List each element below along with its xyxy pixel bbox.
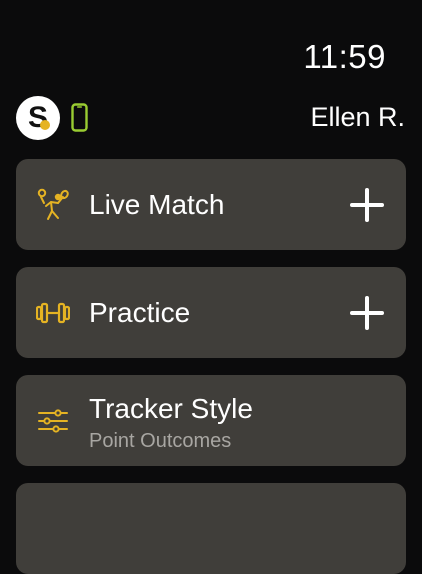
tracker-style-card[interactable]: Tracker Style Point Outcomes — [16, 375, 406, 466]
dumbbell-icon — [36, 302, 70, 323]
live-match-card[interactable]: Live Match — [16, 159, 406, 250]
plus-icon[interactable] — [350, 295, 384, 330]
avatar[interactable]: S — [16, 96, 60, 140]
status-time: 11:59 — [303, 38, 386, 75]
practice-card[interactable]: Practice — [16, 267, 406, 358]
tennis-ball-icon — [40, 120, 50, 130]
phone-icon — [71, 103, 88, 132]
practice-title: Practice — [89, 296, 191, 328]
tennis-player-icon — [37, 188, 69, 220]
user-name[interactable]: Ellen R. — [310, 102, 405, 133]
sliders-icon — [38, 408, 68, 433]
menu-card[interactable] — [16, 483, 406, 574]
avatar-letter: S — [27, 101, 48, 134]
plus-icon[interactable] — [350, 187, 384, 222]
live-match-title: Live Match — [89, 188, 225, 220]
tracker-style-title: Tracker Style — [89, 393, 253, 424]
tracker-style-subtitle: Point Outcomes — [89, 430, 232, 452]
header: S Ellen R. — [16, 96, 405, 140]
